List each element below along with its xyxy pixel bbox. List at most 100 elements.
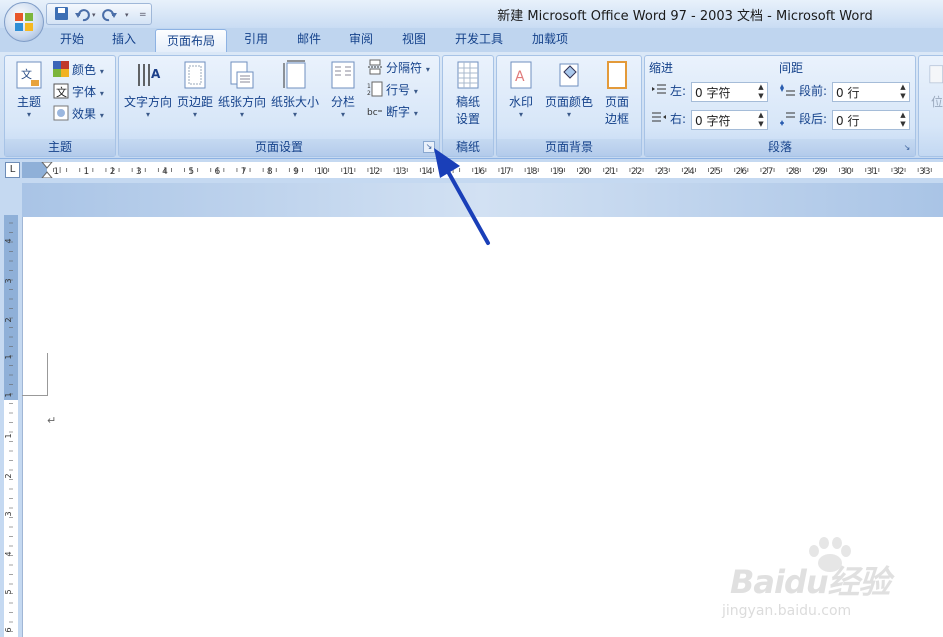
spacing-before-label: 段前: xyxy=(799,84,828,98)
ribbon-tabs: 开始 插入 页面布局 引用 邮件 审阅 视图 开发工具 加载项 xyxy=(0,28,943,53)
office-button[interactable] xyxy=(4,2,44,42)
text-direction-label: 文字方向 xyxy=(123,95,172,109)
spacing-before-icon xyxy=(780,84,795,96)
spacing-after-value: 0 行 xyxy=(836,114,860,128)
themes-icon: 文 xyxy=(16,61,42,89)
indent-heading: 缩进 xyxy=(649,61,674,75)
indent-left-label: 左: xyxy=(670,84,687,98)
baidu-watermark: Baidu经验 jingyan.baidu.com xyxy=(720,535,940,635)
tab-review[interactable]: 审阅 xyxy=(337,28,385,50)
size-button[interactable]: 纸张大小 ▾ xyxy=(269,60,321,119)
title-bar: ▾ ▾ = 新建 Microsoft Office Word 97 - 2003… xyxy=(0,0,943,28)
group-page-setup: A 文字方向 ▾ 页边距 ▾ 纸张方向 ▾ 纸张大小 ▾ 分栏 ▾ 分隔符 ▾ … xyxy=(118,55,440,157)
vertical-ruler-number: 2 xyxy=(4,473,13,478)
svg-text:A: A xyxy=(515,69,525,85)
vertical-ruler-ticks: 43211123456 xyxy=(4,222,13,633)
line-numbers-button[interactable]: 1 2 行号 ▾ xyxy=(367,80,418,100)
vertical-ruler-number: 1 xyxy=(4,354,13,359)
spacing-after-row: 段后: xyxy=(780,109,827,129)
group-page-background: A 水印 ▾ 页面颜色 ▾ 页面 边框 页面背景 xyxy=(496,55,642,157)
spacing-before-input[interactable]: 0 行 ▲ ▼ xyxy=(832,82,910,102)
watermark-button[interactable]: A 水印 ▾ xyxy=(501,60,541,119)
orientation-button[interactable]: 纸张方向 ▾ xyxy=(216,60,268,119)
paragraph-dialog-launcher[interactable]: ↘ xyxy=(902,143,912,153)
indent-right-spinner[interactable]: ▲ ▼ xyxy=(755,111,767,129)
columns-icon xyxy=(331,61,355,89)
theme-colors-label: 颜色 xyxy=(72,63,97,77)
annotation-arrow xyxy=(434,148,490,245)
hanging-indent-marker[interactable] xyxy=(41,171,53,178)
indent-left-spinner[interactable]: ▲ ▼ xyxy=(755,83,767,101)
manuscript-grid-icon xyxy=(457,61,479,89)
spacing-before-spinner[interactable]: ▲ ▼ xyxy=(897,83,909,101)
first-line-indent-marker[interactable] xyxy=(41,162,53,169)
page-borders-button[interactable]: 页面 边框 xyxy=(597,60,637,127)
fonts-icon: 文 xyxy=(53,83,69,99)
spacing-before-row: 段前: xyxy=(780,81,827,101)
group-page-setup-label: 页面设置 xyxy=(119,139,439,156)
watermark-icon: A xyxy=(510,61,532,89)
indent-right-label: 右: xyxy=(670,112,687,126)
page-borders-icon xyxy=(607,61,627,89)
page-color-button[interactable]: 页面颜色 ▾ xyxy=(541,60,597,119)
breaks-button[interactable]: 分隔符 ▾ xyxy=(367,58,430,78)
hyphenation-icon: bc xyxy=(367,108,382,118)
spacing-heading: 间距 xyxy=(779,61,804,75)
vertical-ruler-number: 4 xyxy=(4,238,13,243)
vertical-ruler-number: 1 xyxy=(4,392,13,397)
line-numbers-icon: 12 xyxy=(367,81,383,97)
theme-colors-button[interactable]: 颜色 ▾ xyxy=(53,60,104,80)
breaks-label: 分隔符 xyxy=(386,61,423,75)
svg-text:1: 1 xyxy=(367,83,371,90)
indent-left-icon xyxy=(652,84,666,94)
orientation-icon xyxy=(230,61,254,89)
line-numbers-label: 行号 xyxy=(386,83,411,97)
page-color-label: 页面颜色 xyxy=(544,95,593,109)
manuscript-settings-button[interactable]: 稿纸 设置 xyxy=(447,60,489,127)
tab-page-layout[interactable]: 页面布局 xyxy=(155,29,227,53)
text-direction-button[interactable]: A 文字方向 ▾ xyxy=(122,60,174,119)
breaks-icon xyxy=(368,59,382,75)
theme-effects-button[interactable]: 效果 ▾ xyxy=(53,104,104,124)
svg-text:文: 文 xyxy=(56,85,67,99)
columns-button[interactable]: 分栏 ▾ xyxy=(323,60,363,119)
tab-mailings[interactable]: 邮件 xyxy=(285,28,333,50)
group-arrange-partial: 位 xyxy=(918,55,943,157)
vertical-ruler[interactable]: 43211123456 xyxy=(4,215,18,637)
group-themes-label: 主题 xyxy=(5,139,115,156)
tab-insert[interactable]: 插入 xyxy=(100,28,148,50)
spacing-after-label: 段后: xyxy=(799,112,828,126)
watermark-label: 水印 xyxy=(508,95,533,109)
page-borders-label-line2: 边框 xyxy=(604,112,629,126)
indent-right-input[interactable]: 0 字符 ▲ ▼ xyxy=(691,110,768,130)
theme-fonts-button[interactable]: 文字体 ▾ xyxy=(53,82,104,102)
indent-left-input[interactable]: 0 字符 ▲ ▼ xyxy=(691,82,768,102)
indent-right-row: 右: xyxy=(651,109,686,129)
tab-stop-selector[interactable]: L xyxy=(5,162,20,178)
margins-button[interactable]: 页边距 ▾ xyxy=(174,60,216,119)
spacing-after-spinner[interactable]: ▲ ▼ xyxy=(897,111,909,129)
manuscript-label-line2: 设置 xyxy=(455,112,480,126)
hyphenation-button[interactable]: bc 断字 ▾ xyxy=(367,102,418,122)
watermark-brand: Baidu经验 xyxy=(730,563,891,601)
tab-home[interactable]: 开始 xyxy=(48,28,96,50)
margins-icon xyxy=(184,61,206,89)
position-button-partial[interactable]: 位 xyxy=(925,60,943,110)
spacing-after-input[interactable]: 0 行 ▲ ▼ xyxy=(832,110,910,130)
group-paragraph: 缩进 间距 左: 0 字符 ▲ ▼ 右: 0 字符 ▲ ▼ 段前: 0 行 ▲ ▼ 段… xyxy=(644,55,916,157)
watermark-url: jingyan.baidu.com xyxy=(722,603,852,619)
office-logo-icon xyxy=(15,13,33,31)
tab-addins[interactable]: 加载项 xyxy=(521,28,579,50)
size-label: 纸张大小 xyxy=(270,95,319,109)
tab-view[interactable]: 视图 xyxy=(390,28,438,50)
paper-size-icon xyxy=(283,60,306,89)
tab-references[interactable]: 引用 xyxy=(232,28,280,50)
tab-developer[interactable]: 开发工具 xyxy=(444,28,514,50)
themes-button[interactable]: 文 主题 ▾ xyxy=(9,60,49,119)
svg-text:bc: bc xyxy=(367,108,378,118)
vertical-ruler-number: 1 xyxy=(4,433,13,438)
window-title: 新建 Microsoft Office Word 97 - 2003 文档 - … xyxy=(497,9,873,24)
spacing-before-value: 0 行 xyxy=(836,86,860,100)
indent-left-row: 左: xyxy=(651,81,686,101)
indent-right-icon xyxy=(652,112,666,122)
